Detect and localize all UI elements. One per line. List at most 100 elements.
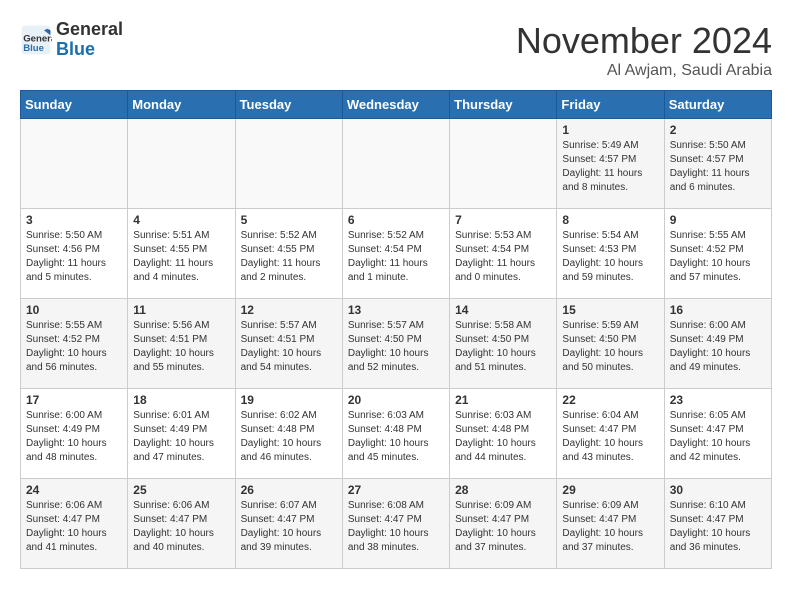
calendar-cell xyxy=(450,119,557,209)
col-header-saturday: Saturday xyxy=(664,91,771,119)
calendar-table: SundayMondayTuesdayWednesdayThursdayFrid… xyxy=(20,90,772,569)
calendar-cell: 30 Sunrise: 6:10 AM Sunset: 4:47 PM Dayli… xyxy=(664,479,771,569)
calendar-cell: 20Sunrise: 6:03 AM Sunset: 4:48 PM Dayli… xyxy=(342,389,449,479)
day-number: 29 xyxy=(562,483,658,497)
svg-text:Blue: Blue xyxy=(23,43,44,54)
day-number: 3 xyxy=(26,213,122,227)
calendar-cell: 11 Sunrise: 5:56 AM Sunset: 4:51 PM Dayli… xyxy=(128,299,235,389)
day-number: 1 xyxy=(562,123,658,137)
col-header-monday: Monday xyxy=(128,91,235,119)
day-info: Sunrise: 6:00 AM Sunset: 4:49 PM Dayligh… xyxy=(26,409,122,465)
day-number: 11 xyxy=(133,303,229,317)
calendar-week-row: 1Sunrise: 5:49 AM Sunset: 4:57 PM Daylig… xyxy=(21,119,772,209)
day-info: Sunrise: 5:53 AM Sunset: 4:54 PM Dayligh… xyxy=(455,229,551,285)
calendar-cell: 22 Sunrise: 6:04 AM Sunset: 4:47 PM Dayli… xyxy=(557,389,664,479)
day-number: 2 xyxy=(670,123,766,137)
calendar-cell: 12Sunrise: 5:57 AM Sunset: 4:51 PM Dayli… xyxy=(235,299,342,389)
calendar-cell xyxy=(342,119,449,209)
col-header-thursday: Thursday xyxy=(450,91,557,119)
calendar-cell: 29 Sunrise: 6:09 AM Sunset: 4:47 PM Dayli… xyxy=(557,479,664,569)
calendar-cell: 24 Sunrise: 6:06 AM Sunset: 4:47 PM Dayli… xyxy=(21,479,128,569)
day-info: Sunrise: 5:54 AM Sunset: 4:53 PM Dayligh… xyxy=(562,229,658,285)
calendar-cell: 18 Sunrise: 6:01 AM Sunset: 4:49 PM Dayli… xyxy=(128,389,235,479)
calendar-cell xyxy=(128,119,235,209)
month-title: November 2024 xyxy=(516,20,772,62)
day-number: 7 xyxy=(455,213,551,227)
day-info: Sunrise: 5:56 AM Sunset: 4:51 PM Dayligh… xyxy=(133,319,229,375)
day-info: Sunrise: 6:09 AM Sunset: 4:47 PM Dayligh… xyxy=(562,499,658,555)
day-number: 17 xyxy=(26,393,122,407)
day-info: Sunrise: 5:58 AM Sunset: 4:50 PM Dayligh… xyxy=(455,319,551,375)
day-number: 27 xyxy=(348,483,444,497)
day-number: 15 xyxy=(562,303,658,317)
calendar-cell: 4 Sunrise: 5:51 AM Sunset: 4:55 PM Daylig… xyxy=(128,209,235,299)
logo-icon: General Blue xyxy=(20,24,52,56)
day-info: Sunrise: 5:50 AM Sunset: 4:57 PM Dayligh… xyxy=(670,139,766,195)
col-header-tuesday: Tuesday xyxy=(235,91,342,119)
day-info: Sunrise: 6:10 AM Sunset: 4:47 PM Dayligh… xyxy=(670,499,766,555)
day-number: 26 xyxy=(241,483,337,497)
day-info: Sunrise: 5:55 AM Sunset: 4:52 PM Dayligh… xyxy=(26,319,122,375)
day-info: Sunrise: 5:55 AM Sunset: 4:52 PM Dayligh… xyxy=(670,229,766,285)
calendar-week-row: 17 Sunrise: 6:00 AM Sunset: 4:49 PM Dayli… xyxy=(21,389,772,479)
day-info: Sunrise: 6:06 AM Sunset: 4:47 PM Dayligh… xyxy=(26,499,122,555)
calendar-cell: 15 Sunrise: 5:59 AM Sunset: 4:50 PM Dayli… xyxy=(557,299,664,389)
day-number: 25 xyxy=(133,483,229,497)
day-info: Sunrise: 6:07 AM Sunset: 4:47 PM Dayligh… xyxy=(241,499,337,555)
day-info: Sunrise: 6:03 AM Sunset: 4:48 PM Dayligh… xyxy=(455,409,551,465)
calendar-cell: 21Sunrise: 6:03 AM Sunset: 4:48 PM Dayli… xyxy=(450,389,557,479)
day-info: Sunrise: 5:57 AM Sunset: 4:51 PM Dayligh… xyxy=(241,319,337,375)
day-info: Sunrise: 5:59 AM Sunset: 4:50 PM Dayligh… xyxy=(562,319,658,375)
day-info: Sunrise: 5:50 AM Sunset: 4:56 PM Dayligh… xyxy=(26,229,122,285)
day-info: Sunrise: 6:00 AM Sunset: 4:49 PM Dayligh… xyxy=(670,319,766,375)
page-header: General Blue General Blue November 2024 … xyxy=(20,20,772,80)
calendar-cell: 1Sunrise: 5:49 AM Sunset: 4:57 PM Daylig… xyxy=(557,119,664,209)
calendar-cell: 6 Sunrise: 5:52 AM Sunset: 4:54 PM Daylig… xyxy=(342,209,449,299)
col-header-sunday: Sunday xyxy=(21,91,128,119)
day-number: 23 xyxy=(670,393,766,407)
day-number: 6 xyxy=(348,213,444,227)
day-info: Sunrise: 6:03 AM Sunset: 4:48 PM Dayligh… xyxy=(348,409,444,465)
day-number: 30 xyxy=(670,483,766,497)
day-number: 28 xyxy=(455,483,551,497)
day-number: 4 xyxy=(133,213,229,227)
calendar-cell: 8Sunrise: 5:54 AM Sunset: 4:53 PM Daylig… xyxy=(557,209,664,299)
day-number: 5 xyxy=(241,213,337,227)
day-number: 16 xyxy=(670,303,766,317)
calendar-cell: 17 Sunrise: 6:00 AM Sunset: 4:49 PM Dayli… xyxy=(21,389,128,479)
location-subtitle: Al Awjam, Saudi Arabia xyxy=(516,62,772,80)
day-info: Sunrise: 6:09 AM Sunset: 4:47 PM Dayligh… xyxy=(455,499,551,555)
logo-text-line2: Blue xyxy=(56,40,123,60)
day-info: Sunrise: 6:02 AM Sunset: 4:48 PM Dayligh… xyxy=(241,409,337,465)
calendar-cell: 2 Sunrise: 5:50 AM Sunset: 4:57 PM Daylig… xyxy=(664,119,771,209)
day-info: Sunrise: 6:08 AM Sunset: 4:47 PM Dayligh… xyxy=(348,499,444,555)
calendar-cell: 3 Sunrise: 5:50 AM Sunset: 4:56 PM Daylig… xyxy=(21,209,128,299)
day-info: Sunrise: 5:52 AM Sunset: 4:54 PM Dayligh… xyxy=(348,229,444,285)
col-header-wednesday: Wednesday xyxy=(342,91,449,119)
calendar-cell: 10Sunrise: 5:55 AM Sunset: 4:52 PM Dayli… xyxy=(21,299,128,389)
logo: General Blue General Blue xyxy=(20,20,123,60)
day-info: Sunrise: 6:01 AM Sunset: 4:49 PM Dayligh… xyxy=(133,409,229,465)
calendar-cell: 9 Sunrise: 5:55 AM Sunset: 4:52 PM Daylig… xyxy=(664,209,771,299)
calendar-cell: 28 Sunrise: 6:09 AM Sunset: 4:47 PM Dayli… xyxy=(450,479,557,569)
day-info: Sunrise: 6:05 AM Sunset: 4:47 PM Dayligh… xyxy=(670,409,766,465)
title-block: November 2024 Al Awjam, Saudi Arabia xyxy=(516,20,772,80)
logo-text-line1: General xyxy=(56,20,123,40)
col-header-friday: Friday xyxy=(557,91,664,119)
day-number: 22 xyxy=(562,393,658,407)
calendar-week-row: 24 Sunrise: 6:06 AM Sunset: 4:47 PM Dayli… xyxy=(21,479,772,569)
day-info: Sunrise: 5:57 AM Sunset: 4:50 PM Dayligh… xyxy=(348,319,444,375)
calendar-cell: 7 Sunrise: 5:53 AM Sunset: 4:54 PM Daylig… xyxy=(450,209,557,299)
day-info: Sunrise: 5:52 AM Sunset: 4:55 PM Dayligh… xyxy=(241,229,337,285)
calendar-cell xyxy=(21,119,128,209)
day-number: 9 xyxy=(670,213,766,227)
calendar-week-row: 3 Sunrise: 5:50 AM Sunset: 4:56 PM Daylig… xyxy=(21,209,772,299)
day-number: 24 xyxy=(26,483,122,497)
day-info: Sunrise: 5:51 AM Sunset: 4:55 PM Dayligh… xyxy=(133,229,229,285)
calendar-cell xyxy=(235,119,342,209)
day-number: 14 xyxy=(455,303,551,317)
day-info: Sunrise: 6:04 AM Sunset: 4:47 PM Dayligh… xyxy=(562,409,658,465)
day-number: 19 xyxy=(241,393,337,407)
day-number: 13 xyxy=(348,303,444,317)
day-number: 18 xyxy=(133,393,229,407)
